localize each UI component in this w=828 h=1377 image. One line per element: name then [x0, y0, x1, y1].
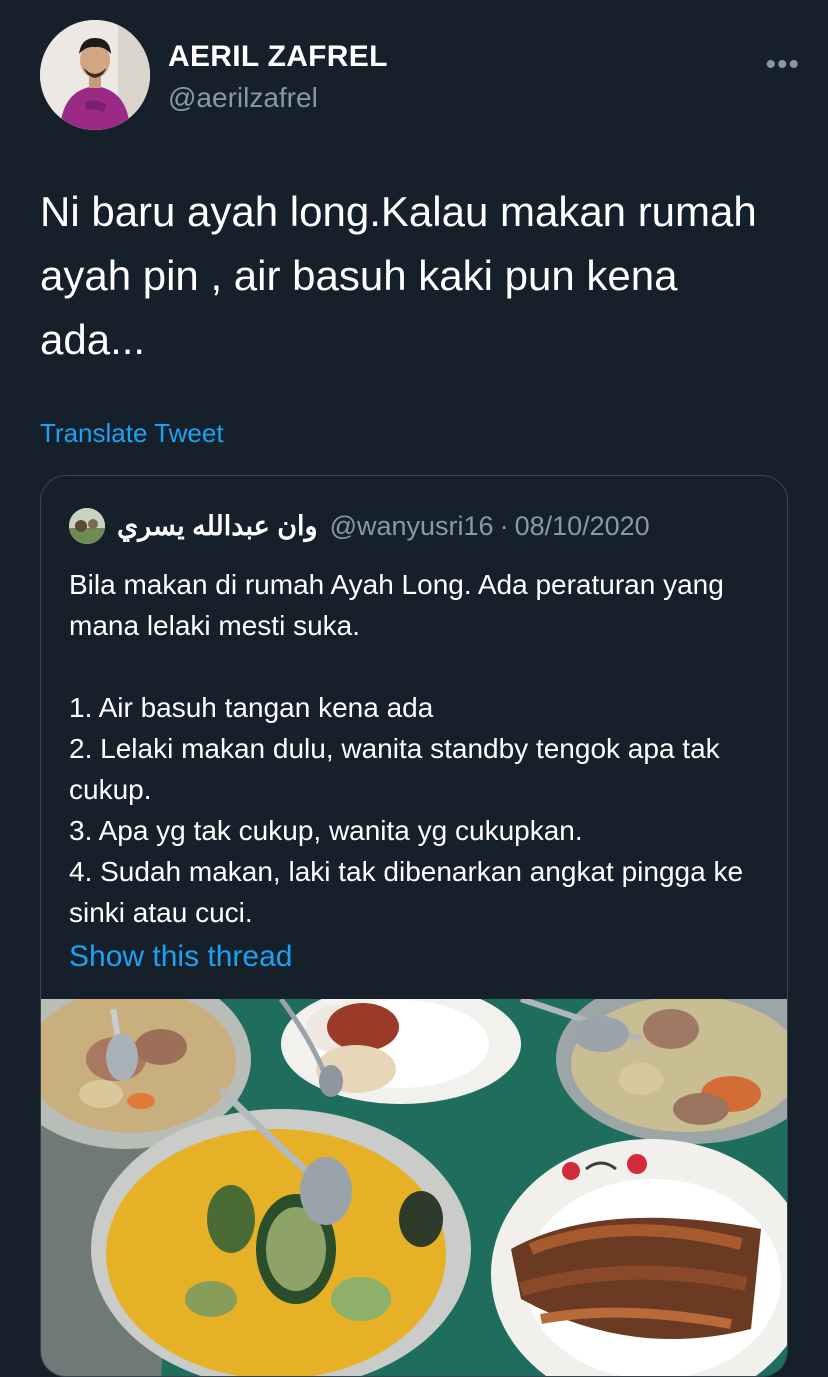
quoted-tweet-text: Bila makan di rumah Ayah Long. Ada perat…	[69, 569, 744, 928]
quoted-tweet[interactable]: وان عبدالله يسري @wanyusri16 · 08/10/202…	[40, 475, 788, 1377]
translate-tweet-link[interactable]: Translate Tweet	[40, 418, 224, 449]
author-avatar[interactable]	[40, 20, 150, 130]
quoted-date: 08/10/2020	[514, 510, 650, 541]
more-icon[interactable]: •••	[765, 48, 800, 82]
tweet-header: AERIL ZAFREL @aerilzafrel •••	[40, 20, 800, 132]
author-name[interactable]: AERIL ZAFREL	[168, 40, 388, 74]
quoted-tweet-header: وان عبدالله يسري @wanyusri16 · 08/10/202…	[69, 506, 650, 546]
tweet-text: Ni baru ayah long.Kalau makan rumah ayah…	[40, 188, 757, 363]
author-handle[interactable]: @aerilzafrel	[168, 82, 318, 114]
quoted-tweet-photo[interactable]	[41, 999, 787, 1376]
quoted-author-avatar	[69, 508, 105, 544]
show-thread-link[interactable]: Show this thread	[69, 940, 292, 974]
quoted-author-handle: @wanyusri16	[329, 510, 494, 541]
quoted-author-name: وان عبدالله يسري	[117, 510, 318, 541]
dot-separator: ·	[499, 510, 509, 541]
